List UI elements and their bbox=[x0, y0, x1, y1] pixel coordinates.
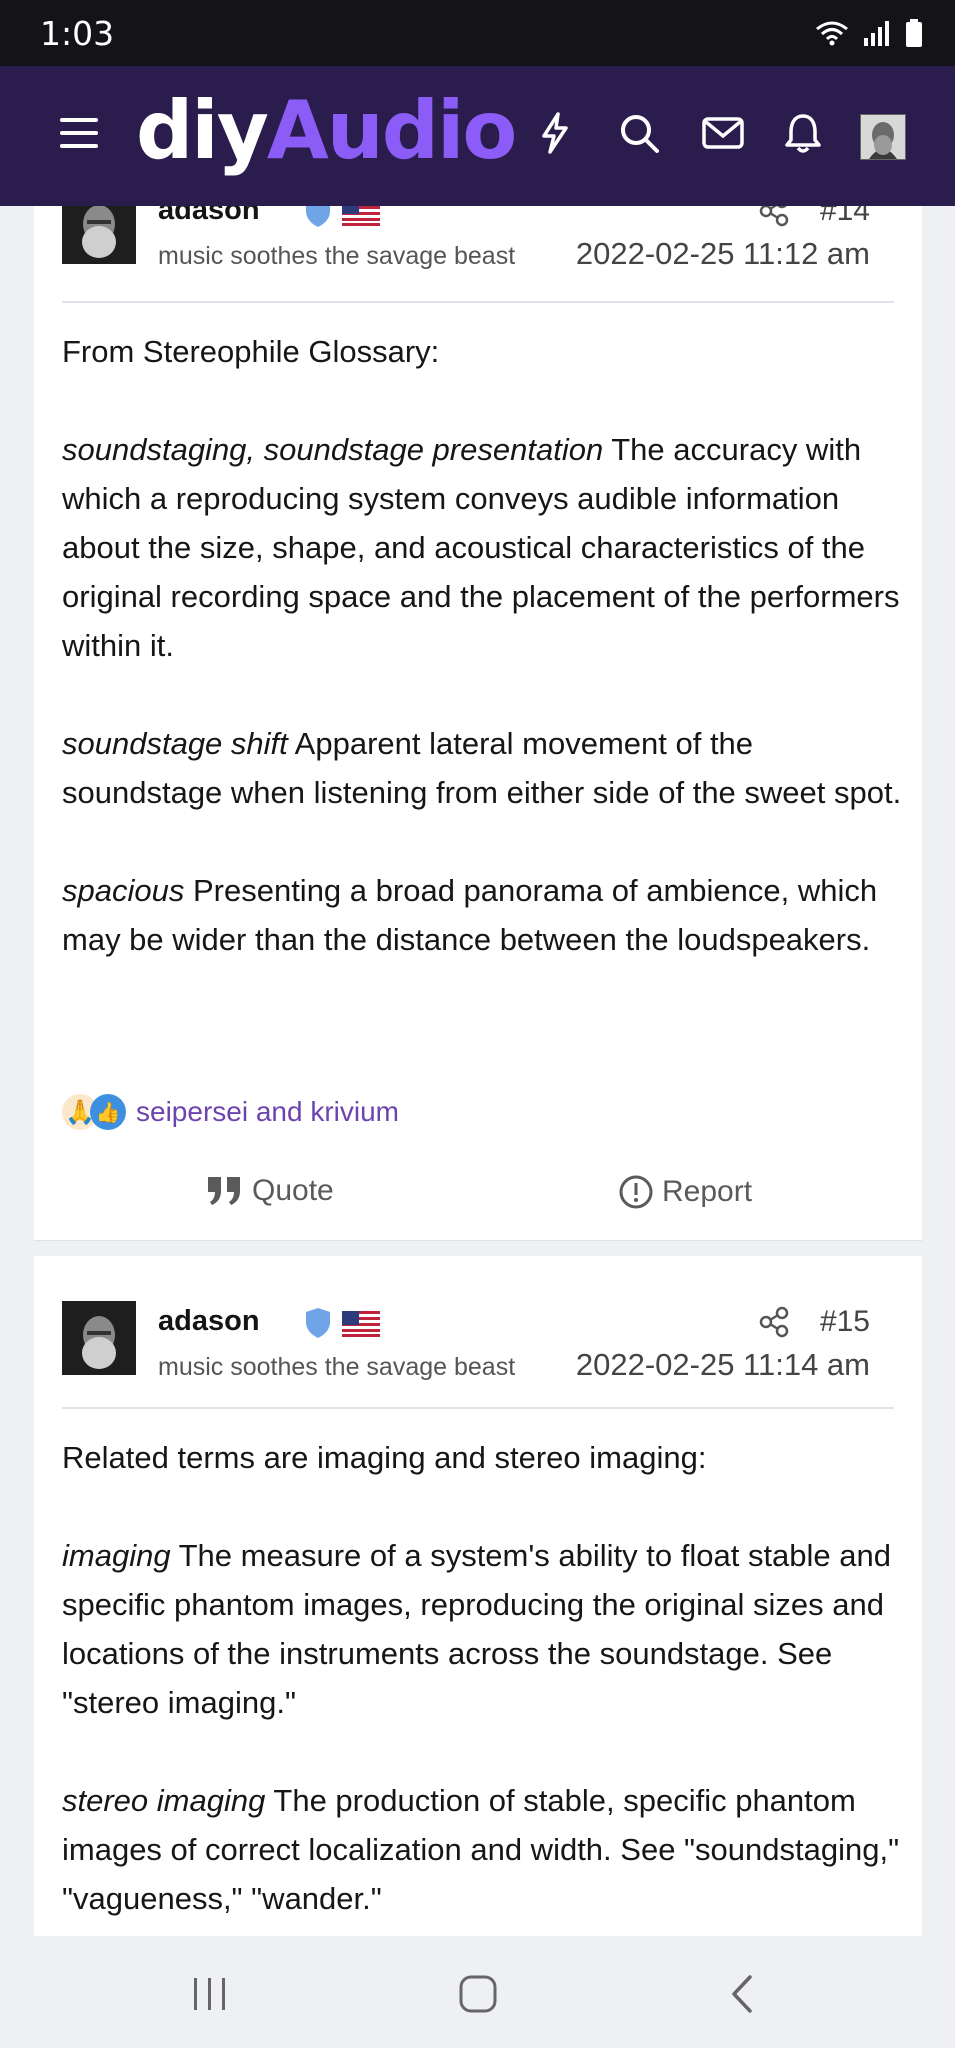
glossary-term: soundstaging, soundstage presentation bbox=[62, 432, 604, 467]
verified-badge-icon bbox=[306, 1308, 330, 1338]
post-card-14: adason music soothes the savage beast #1… bbox=[34, 190, 922, 1241]
glossary-definition: The measure of a system's ability to flo… bbox=[62, 1538, 891, 1720]
report-icon bbox=[619, 1175, 653, 1209]
glossary-definition: Presenting a broad panorama of ambience,… bbox=[62, 873, 878, 957]
glossary-entry: soundstage shift Apparent lateral moveme… bbox=[62, 719, 902, 817]
system-nav-bar bbox=[0, 1936, 955, 2048]
post-date[interactable]: 2022-02-25 11:12 am bbox=[576, 236, 870, 272]
back-icon[interactable] bbox=[728, 1974, 758, 2014]
report-label: Report bbox=[662, 1175, 753, 1208]
post-intro: Related terms are imaging and stereo ima… bbox=[62, 1440, 707, 1475]
like-reaction-icon: 👍 bbox=[90, 1094, 126, 1130]
post-divider bbox=[62, 301, 894, 303]
status-bar: 1:03 bbox=[0, 0, 955, 66]
site-logo[interactable]: diyAudio bbox=[136, 76, 517, 186]
bell-icon[interactable] bbox=[780, 110, 826, 156]
post-intro: From Stereophile Glossary: bbox=[62, 334, 440, 369]
home-icon[interactable] bbox=[458, 1974, 498, 2014]
battery-icon bbox=[906, 19, 922, 47]
glossary-entry: soundstaging, soundstage presentation Th… bbox=[62, 425, 902, 670]
recent-apps-icon[interactable] bbox=[190, 1976, 230, 2012]
post-header: adason music soothes the savage beast #1… bbox=[62, 1301, 894, 1383]
quote-button[interactable]: Quote bbox=[206, 1174, 334, 1208]
post-body: From Stereophile Glossary: soundstaging,… bbox=[62, 327, 902, 964]
status-time: 1:03 bbox=[40, 13, 115, 53]
post-body: Related terms are imaging and stereo ima… bbox=[62, 1433, 902, 1923]
us-flag-icon bbox=[342, 1311, 380, 1337]
mail-icon[interactable] bbox=[700, 110, 746, 156]
post-date[interactable]: 2022-02-25 11:14 am bbox=[576, 1347, 870, 1383]
report-button[interactable]: Report bbox=[618, 1174, 752, 1210]
post-card-15: adason music soothes the savage beast #1… bbox=[34, 1256, 922, 1937]
glossary-term: spacious bbox=[62, 873, 185, 908]
author-name[interactable]: adason bbox=[158, 1305, 260, 1338]
glossary-term: imaging bbox=[62, 1538, 171, 1573]
reaction-users[interactable]: seipersei and krivium bbox=[136, 1096, 399, 1128]
quote-label: Quote bbox=[252, 1174, 334, 1207]
glossary-term: stereo imaging bbox=[62, 1783, 266, 1818]
quote-icon bbox=[208, 1177, 240, 1205]
wifi-icon bbox=[816, 21, 848, 46]
glossary-entry: spacious Presenting a broad panorama of … bbox=[62, 866, 902, 964]
post-number[interactable]: #15 bbox=[820, 1305, 870, 1339]
author-avatar[interactable] bbox=[62, 1301, 136, 1375]
reactions-bar[interactable]: 🙏 👍 seipersei and krivium bbox=[62, 1094, 399, 1130]
lightning-icon[interactable] bbox=[532, 110, 578, 156]
app-header: diyAudio bbox=[0, 66, 955, 206]
author-tagline: music soothes the savage beast bbox=[158, 1353, 516, 1381]
author-tagline: music soothes the savage beast bbox=[158, 242, 516, 270]
status-icons bbox=[815, 19, 923, 47]
glossary-entry: imaging The measure of a system's abilit… bbox=[62, 1531, 902, 1727]
signal-icon bbox=[864, 21, 889, 46]
search-icon[interactable] bbox=[616, 110, 662, 156]
post-divider bbox=[62, 1407, 894, 1409]
menu-icon[interactable] bbox=[60, 118, 98, 150]
share-icon[interactable] bbox=[758, 1305, 792, 1339]
glossary-term: soundstage shift bbox=[62, 726, 288, 761]
user-avatar[interactable] bbox=[860, 114, 906, 160]
glossary-entry: stereo imaging The production of stable,… bbox=[62, 1776, 902, 1923]
